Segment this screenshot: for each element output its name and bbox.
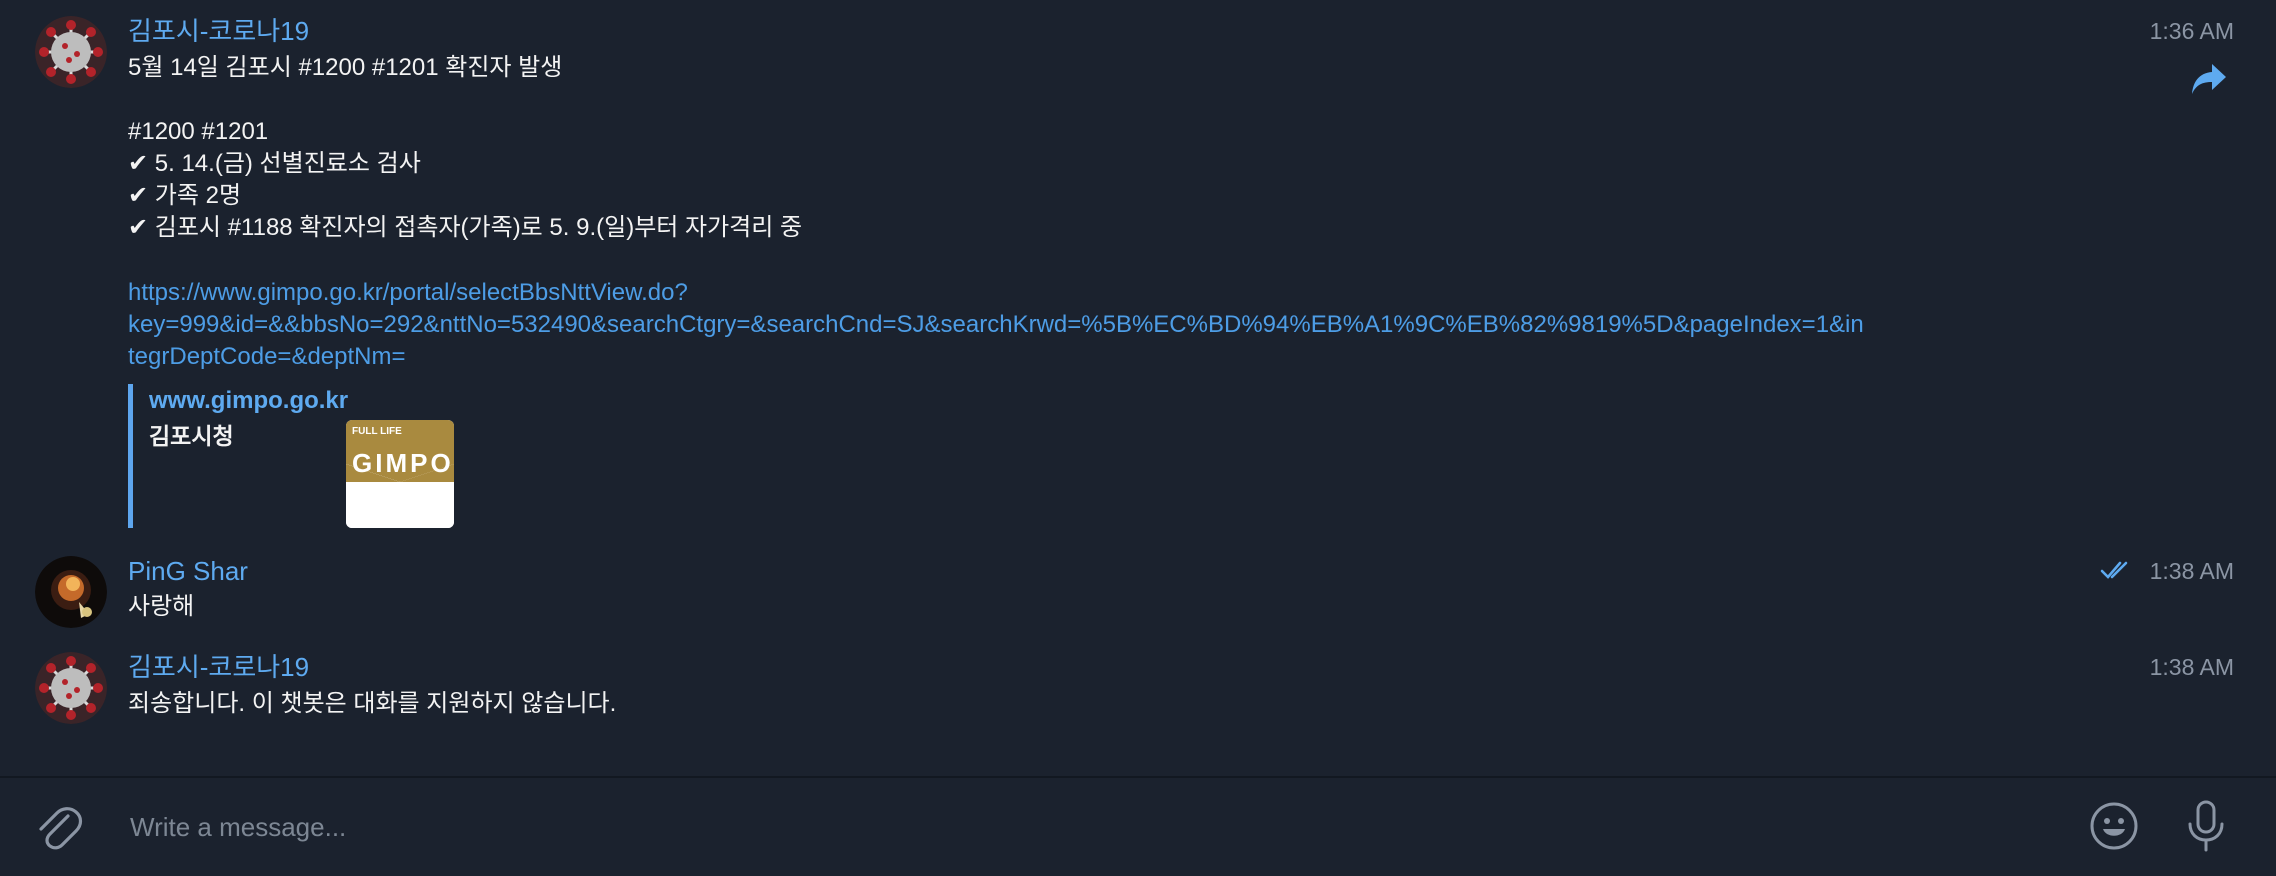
link-preview[interactable]: www.gimpo.go.kr 김포시청 FULL LIFE GIMPO [128,384,513,528]
user-photo-avatar-icon [35,556,107,628]
voice-message-button[interactable] [2184,798,2228,854]
attach-button[interactable] [30,800,84,854]
message-text-line: ✔ 가족 2명 [128,182,242,209]
message-composer [0,778,2276,876]
message-time: 1:38 AM [2149,654,2234,680]
link-preview-site: www.gimpo.go.kr [149,387,349,414]
message-text: 사랑해 [128,593,195,620]
emoji-icon [2090,802,2138,850]
virus-avatar-icon [35,652,107,724]
virus-avatar-icon [35,16,107,88]
forward-icon [2192,64,2226,94]
avatar-gimpo-covid[interactable] [35,652,107,724]
message-link[interactable]: key=999&id=&&bbsNo=292&nttNo=532490&sear… [128,309,1864,341]
emoji-button[interactable] [2088,800,2140,852]
logo-big-text: GIMPO [352,448,454,478]
message-text-line: #1200 #1201 [128,118,269,145]
message-link[interactable]: tegrDeptCode=&deptNm= [128,341,406,373]
gimpo-logo: FULL LIFE GIMPO [346,420,454,528]
double-check-icon [2100,561,2128,579]
link-preview-title: 김포시청 [149,423,234,449]
message-text: 죄송합니다. 이 챗봇은 대화를 지원하지 않습니다. [128,690,617,717]
read-status [2100,559,2132,581]
sender-name[interactable]: 김포시-코로나19 [128,16,309,46]
sender-name[interactable]: PinG Shar [128,556,248,586]
message-link[interactable]: https://www.gimpo.go.kr/portal/selectBbs… [128,277,688,309]
message-time: 1:36 AM [2149,18,2234,44]
message-text-line: ✔ 5. 14.(금) 선별진료소 검사 [128,150,421,177]
avatar-ping-shar[interactable] [35,556,107,628]
paperclip-icon [39,807,83,850]
message-time: 1:38 AM [2149,558,2234,584]
microphone-icon [2188,800,2224,852]
message-text-line: ✔ 김포시 #1188 확진자의 접촉자(가족)로 5. 9.(일)부터 자가격… [128,214,803,241]
chat-history: 김포시-코로나19 1:36 AM 5월 14일 김포시 #1200 #1201… [0,0,2276,776]
avatar-gimpo-covid[interactable] [35,16,107,88]
logo-small-text: FULL LIFE [352,426,402,437]
link-preview-thumbnail[interactable]: FULL LIFE GIMPO [346,420,454,528]
forward-button[interactable] [2190,62,2228,96]
message-text-line: 5월 14일 김포시 #1200 #1201 확진자 발생 [128,54,563,81]
sender-name[interactable]: 김포시-코로나19 [128,652,309,682]
message-input[interactable] [128,800,2032,854]
